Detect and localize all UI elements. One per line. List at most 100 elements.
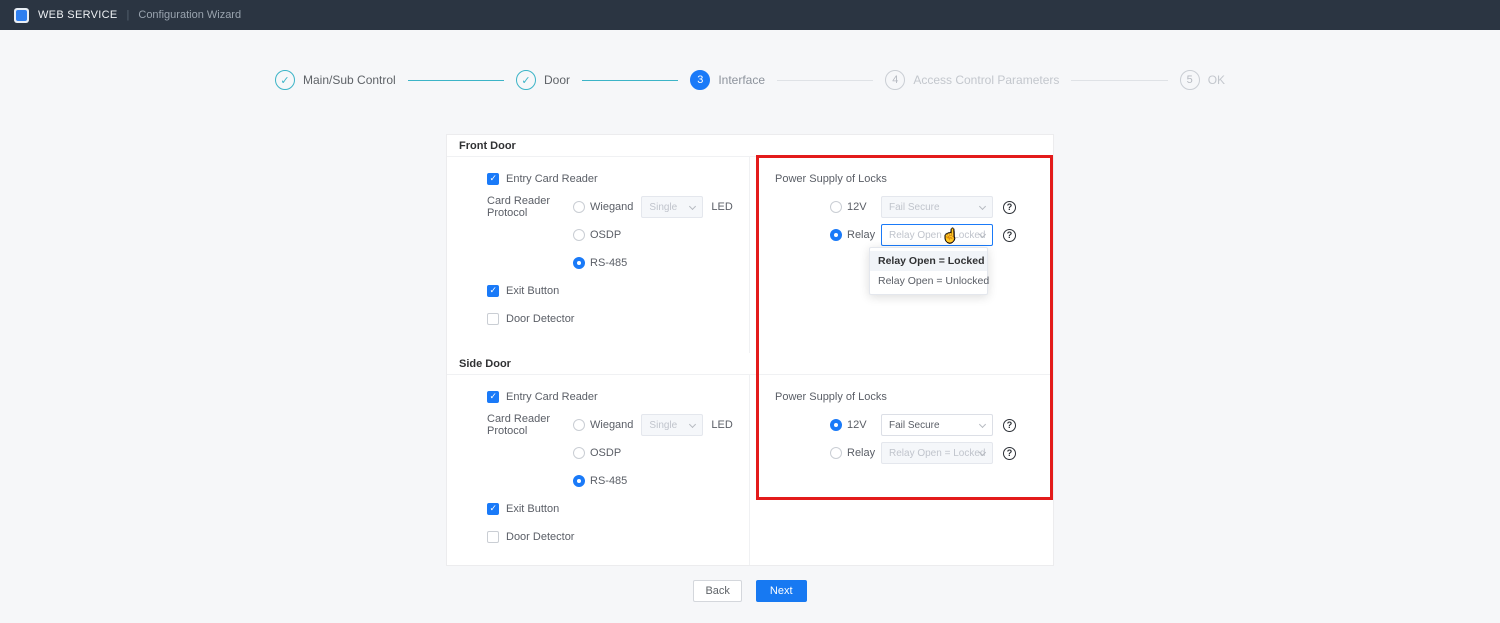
step-ok: 5 OK — [1180, 70, 1225, 90]
app-logo-icon — [14, 8, 29, 23]
top-bar: WEB SERVICE | Configuration Wizard — [0, 0, 1500, 30]
relay-mode-value: Relay Open = Locked — [889, 230, 985, 241]
osdp-radio[interactable] — [573, 229, 585, 241]
exit-button-checkbox[interactable] — [487, 285, 499, 297]
chevron-down-icon — [689, 203, 696, 210]
relay-mode-select[interactable]: Relay Open = Locked — [881, 224, 993, 246]
help-icon[interactable] — [1003, 447, 1016, 460]
relay-row: Relay Relay Open = Locked — [775, 221, 1053, 249]
dropdown-option-relay-open-unlocked[interactable]: Relay Open = Unlocked — [870, 271, 987, 291]
next-button[interactable]: Next — [756, 580, 807, 602]
step-circle: 4 — [885, 70, 905, 90]
help-icon[interactable] — [1003, 229, 1016, 242]
dropdown-option-label: Relay Open = Unlocked — [878, 275, 989, 287]
12v-row: 12V Fail Secure — [775, 411, 1053, 439]
rs485-radio[interactable] — [573, 475, 585, 487]
door-detector-checkbox[interactable] — [487, 531, 499, 543]
back-button[interactable]: Back — [693, 580, 741, 602]
entry-card-reader-checkbox[interactable] — [487, 391, 499, 403]
step-label: Main/Sub Control — [303, 73, 396, 87]
side-door-power-column: Power Supply of Locks 12V Fail Secure Re… — [750, 375, 1053, 565]
chevron-down-icon — [689, 421, 696, 428]
step-circle: 5 — [1180, 70, 1200, 90]
card-reader-protocol-label: Card Reader Protocol — [487, 413, 573, 437]
wizard-footer: Back Next — [0, 580, 1500, 602]
wiegand-mode-value: Single — [649, 420, 677, 431]
stepper-connector — [408, 80, 504, 81]
relay-radio[interactable] — [830, 447, 842, 459]
wiegand-radio[interactable] — [573, 419, 585, 431]
step-number: 5 — [1187, 74, 1193, 86]
step-label: Interface — [718, 73, 765, 87]
wiegand-label: Wiegand — [590, 201, 633, 213]
side-door-section-header: Side Door — [447, 353, 1053, 375]
side-door-section-body: Entry Card Reader Card Reader Protocol W… — [447, 375, 1053, 565]
rs485-label: RS-485 — [590, 257, 627, 269]
interface-config-panel: Front Door Entry Card Reader Card Reader… — [446, 134, 1054, 566]
power-supply-title: Power Supply of Locks — [775, 173, 887, 185]
step-main-sub-control: Main/Sub Control — [275, 70, 396, 90]
entry-card-reader-checkbox[interactable] — [487, 173, 499, 185]
12v-radio[interactable] — [830, 419, 842, 431]
step-label: Access Control Parameters — [913, 73, 1059, 87]
power-supply-title-row: Power Supply of Locks — [775, 165, 1053, 193]
osdp-label: OSDP — [590, 447, 621, 459]
step-interface: 3 Interface — [690, 70, 765, 90]
card-reader-protocol-row: Card Reader Protocol Wiegand Single LED — [487, 411, 749, 439]
exit-button-checkbox[interactable] — [487, 503, 499, 515]
exit-button-label: Exit Button — [506, 503, 559, 515]
help-icon[interactable] — [1003, 419, 1016, 432]
relay-radio[interactable] — [830, 229, 842, 241]
step-done-icon — [275, 70, 295, 90]
chevron-down-icon — [979, 203, 986, 210]
osdp-row: OSDP — [487, 439, 749, 467]
exit-button-row: Exit Button — [487, 495, 749, 523]
step-done-icon — [516, 70, 536, 90]
relay-mode-dropdown: Relay Open = Locked Relay Open = Unlocke… — [869, 247, 988, 295]
wiegand-mode-value: Single — [649, 202, 677, 213]
relay-mode-select[interactable]: Relay Open = Locked — [881, 442, 993, 464]
entry-card-reader-row: Entry Card Reader — [487, 383, 749, 411]
12v-mode-select[interactable]: Fail Secure — [881, 196, 993, 218]
osdp-label: OSDP — [590, 229, 621, 241]
rs485-radio[interactable] — [573, 257, 585, 269]
wiegand-label: Wiegand — [590, 419, 633, 431]
stepper-connector — [1071, 80, 1167, 81]
help-icon[interactable] — [1003, 201, 1016, 214]
dropdown-option-label: Relay Open = Locked — [878, 255, 985, 267]
page-title: Configuration Wizard — [138, 9, 241, 21]
entry-card-reader-label: Entry Card Reader — [506, 391, 598, 403]
door-detector-row: Door Detector — [487, 523, 749, 551]
dropdown-option-relay-open-locked[interactable]: Relay Open = Locked — [870, 251, 987, 271]
osdp-radio[interactable] — [573, 447, 585, 459]
relay-label: Relay — [847, 447, 881, 459]
entry-card-reader-label: Entry Card Reader — [506, 173, 598, 185]
entry-card-reader-row: Entry Card Reader — [487, 165, 749, 193]
step-number: 4 — [892, 74, 898, 86]
side-door-reader-column: Entry Card Reader Card Reader Protocol W… — [447, 375, 750, 565]
12v-mode-value: Fail Secure — [889, 202, 940, 213]
stepper-connector — [582, 80, 678, 81]
12v-radio[interactable] — [830, 201, 842, 213]
wizard-stepper: Main/Sub Control Door 3 Interface 4 Acce… — [275, 70, 1225, 90]
rs485-row: RS-485 — [487, 249, 749, 277]
wiegand-radio[interactable] — [573, 201, 585, 213]
12v-row: 12V Fail Secure — [775, 193, 1053, 221]
brand-name: WEB SERVICE — [38, 9, 118, 21]
card-reader-protocol-label: Card Reader Protocol — [487, 195, 573, 219]
relay-mode-value: Relay Open = Locked — [889, 448, 985, 459]
exit-button-row: Exit Button — [487, 277, 749, 305]
wiegand-mode-select[interactable]: Single — [641, 414, 703, 436]
step-label: Door — [544, 73, 570, 87]
wiegand-mode-select[interactable]: Single — [641, 196, 703, 218]
door-detector-label: Door Detector — [506, 313, 574, 325]
12v-label: 12V — [847, 201, 881, 213]
stepper-connector — [777, 80, 873, 81]
exit-button-label: Exit Button — [506, 285, 559, 297]
front-door-power-column: Power Supply of Locks 12V Fail Secure Re… — [750, 157, 1053, 353]
relay-row: Relay Relay Open = Locked — [775, 439, 1053, 467]
12v-mode-select[interactable]: Fail Secure — [881, 414, 993, 436]
step-door: Door — [516, 70, 570, 90]
front-door-reader-column: Entry Card Reader Card Reader Protocol W… — [447, 157, 750, 353]
door-detector-checkbox[interactable] — [487, 313, 499, 325]
